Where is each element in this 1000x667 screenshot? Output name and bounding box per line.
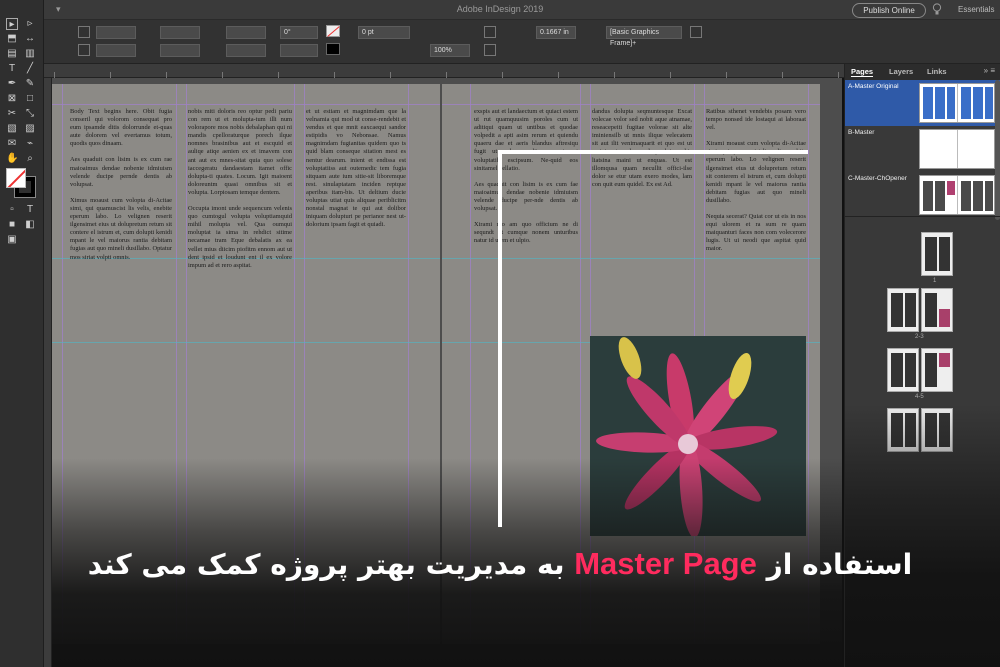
reference-point-icon[interactable] xyxy=(78,26,90,38)
fill-icon[interactable] xyxy=(6,168,26,188)
master-thumbnail-a xyxy=(919,83,995,123)
y-field[interactable] xyxy=(96,44,136,57)
text-frame-right-2[interactable]: dandus dolupta seqmuntesque Excat voleca… xyxy=(592,108,692,330)
note-tool-icon[interactable]: ✉ xyxy=(6,138,18,150)
master-name: C-Master-ChOpener xyxy=(848,175,907,182)
zoom-tool-icon[interactable]: ⌕ xyxy=(24,153,36,165)
paragraph: Xirami mo am quo officium ne di sequndt … xyxy=(474,221,578,245)
eyedropper-tool-icon[interactable]: ⌁ xyxy=(24,138,36,150)
paragraph: dandus dolupta seqmuntesque Excat voleca… xyxy=(592,108,692,188)
opacity-field[interactable]: 100% xyxy=(430,44,470,57)
pencil-tool-icon[interactable]: ✎ xyxy=(24,78,36,90)
gradient-tool-icon[interactable]: ▧ xyxy=(6,123,18,135)
paragraph: Aes quaduit con lisim is ex cum rae maio… xyxy=(70,156,172,188)
style-options-icon[interactable] xyxy=(690,26,702,38)
content-placer-icon[interactable]: ▥ xyxy=(24,48,36,60)
workspace-switcher[interactable]: Essentials xyxy=(958,5,994,14)
page-number-label: 2-3 xyxy=(915,334,924,340)
gradient-feather-tool-icon[interactable]: ▨ xyxy=(24,123,36,135)
pen-tool-icon[interactable]: ✒ xyxy=(6,78,18,90)
page-thumbnail-1[interactable] xyxy=(921,232,953,276)
page-tool-icon[interactable]: ⬒ xyxy=(6,33,18,45)
title-bar: ▭ ▦ ▾ Adobe InDesign 2019 Publish Online… xyxy=(0,0,1000,20)
corner-size-field[interactable]: 0.1667 in xyxy=(536,26,576,39)
fill-swatch[interactable] xyxy=(326,25,340,37)
rectangle-frame-tool-icon[interactable]: ⊠ xyxy=(6,93,18,105)
horizontal-ruler[interactable] xyxy=(44,64,844,78)
page-number-label: 1 xyxy=(933,278,937,284)
panel-menu-icon[interactable]: » ≡ xyxy=(984,66,995,75)
content-collector-icon[interactable]: ▤ xyxy=(6,48,18,60)
lightbulb-icon[interactable] xyxy=(932,3,942,16)
highlight-bracket-horizontal xyxy=(498,150,808,154)
tab-pages[interactable]: Pages xyxy=(851,67,874,77)
panel-divider[interactable] xyxy=(845,216,1000,217)
screen-mode-icon[interactable]: ▣ xyxy=(6,234,18,246)
reference-point-icon-2[interactable] xyxy=(78,44,90,56)
formatting-text-icon[interactable]: T xyxy=(24,204,36,216)
gap-tool-icon[interactable]: ↔ xyxy=(24,33,36,45)
scale-y-field[interactable] xyxy=(226,44,266,57)
paragraph: et ut estiam et magnimdam que la velnami… xyxy=(306,108,406,229)
type-tool-icon[interactable]: T xyxy=(6,63,18,75)
x-field[interactable] xyxy=(96,26,136,39)
master-thumbnail-c xyxy=(919,175,995,215)
free-transform-tool-icon[interactable]: ⤡ xyxy=(24,108,36,120)
panel-tab-bar: Pages Layers Links » ≡ xyxy=(845,64,1000,80)
paragraph: Occupta imont unde sequencum velenis quo… xyxy=(188,205,292,269)
stroke-swatch[interactable] xyxy=(326,43,340,55)
panel-scrollbar[interactable] xyxy=(995,80,1000,220)
page-thumbnail-5[interactable] xyxy=(921,348,953,392)
master-row-a[interactable]: A-Master Original xyxy=(845,80,1000,126)
tab-layers[interactable]: Layers xyxy=(889,67,913,76)
content-fitting-icon[interactable] xyxy=(484,44,496,56)
paragraph: Aes quaduit con lisim is ex cum fae maio… xyxy=(474,180,578,213)
app-title: Adobe InDesign 2019 xyxy=(456,4,544,14)
rotate-field[interactable]: 0° xyxy=(280,26,318,39)
caption-part-before: استفاده از xyxy=(766,548,913,581)
master-row-c[interactable]: C-Master-ChOpener xyxy=(845,172,1000,218)
panel-fade-overlay xyxy=(845,404,1000,667)
height-field[interactable] xyxy=(160,44,200,57)
apply-gradient-icon[interactable]: ◧ xyxy=(24,219,36,231)
paragraph: Ratibus sthenet vendebis posam vero temp… xyxy=(706,108,806,132)
object-style-select[interactable]: [Basic Graphics Frame]+ xyxy=(606,26,682,47)
highlight-bracket-vertical xyxy=(498,150,502,527)
scale-x-field[interactable] xyxy=(226,26,266,39)
hand-tool-icon[interactable]: ✋ xyxy=(6,153,18,165)
selection-tool-icon[interactable]: ▸ xyxy=(6,18,18,30)
caption-headline: استفاده از Master Page به مدیریت بهتر پر… xyxy=(0,538,1000,591)
formatting-container-icon[interactable]: ▫ xyxy=(6,204,18,216)
apply-color-icon[interactable]: ■ xyxy=(6,219,18,231)
publish-online-button[interactable]: Publish Online xyxy=(852,3,926,18)
page-thumbnail-4[interactable] xyxy=(887,348,919,392)
page-number-label: 4-5 xyxy=(915,394,924,400)
master-thumbnail-b xyxy=(919,129,995,169)
paragraph: Body Text begins here. Obit fugia conser… xyxy=(70,108,172,148)
stroke-weight-field[interactable]: 0 pt xyxy=(358,26,410,39)
line-tool-icon[interactable]: ╱ xyxy=(24,63,36,75)
direct-selection-tool-icon[interactable]: ▹ xyxy=(24,18,36,30)
scissors-tool-icon[interactable]: ✂ xyxy=(6,108,18,120)
width-field[interactable] xyxy=(160,26,200,39)
page-thumbnail-3[interactable] xyxy=(921,288,953,332)
caption-highlight: Master Page xyxy=(574,546,757,581)
paragraph: Nequia secerat? Quiat cor ut eis in nos … xyxy=(706,213,806,253)
rectangle-tool-icon[interactable]: □ xyxy=(24,93,36,105)
tab-links[interactable]: Links xyxy=(927,67,947,76)
paragraph: nobis miti doloris reo optur pedi pariu … xyxy=(188,108,292,196)
caption-part-after: به مدیریت بهتر پروژه کمک می کند xyxy=(87,548,565,581)
fill-stroke-widget[interactable] xyxy=(6,168,36,198)
frame-fitting-icon[interactable] xyxy=(484,26,496,38)
page-thumbnail-2[interactable] xyxy=(887,288,919,332)
master-name: B-Master xyxy=(848,129,875,136)
paragraph: exspis aut et landaectum et quiaci estem… xyxy=(474,108,578,172)
shear-field[interactable] xyxy=(280,44,318,57)
paragraph: Ximus moaust cum volopta di-Acitae simi,… xyxy=(70,196,172,261)
master-name: A-Master Original xyxy=(848,83,899,90)
master-row-b[interactable]: B-Master xyxy=(845,126,1000,172)
control-bar: 0° 0 pt 100% 0.1667 in [Basic Graphics F… xyxy=(0,20,1000,69)
